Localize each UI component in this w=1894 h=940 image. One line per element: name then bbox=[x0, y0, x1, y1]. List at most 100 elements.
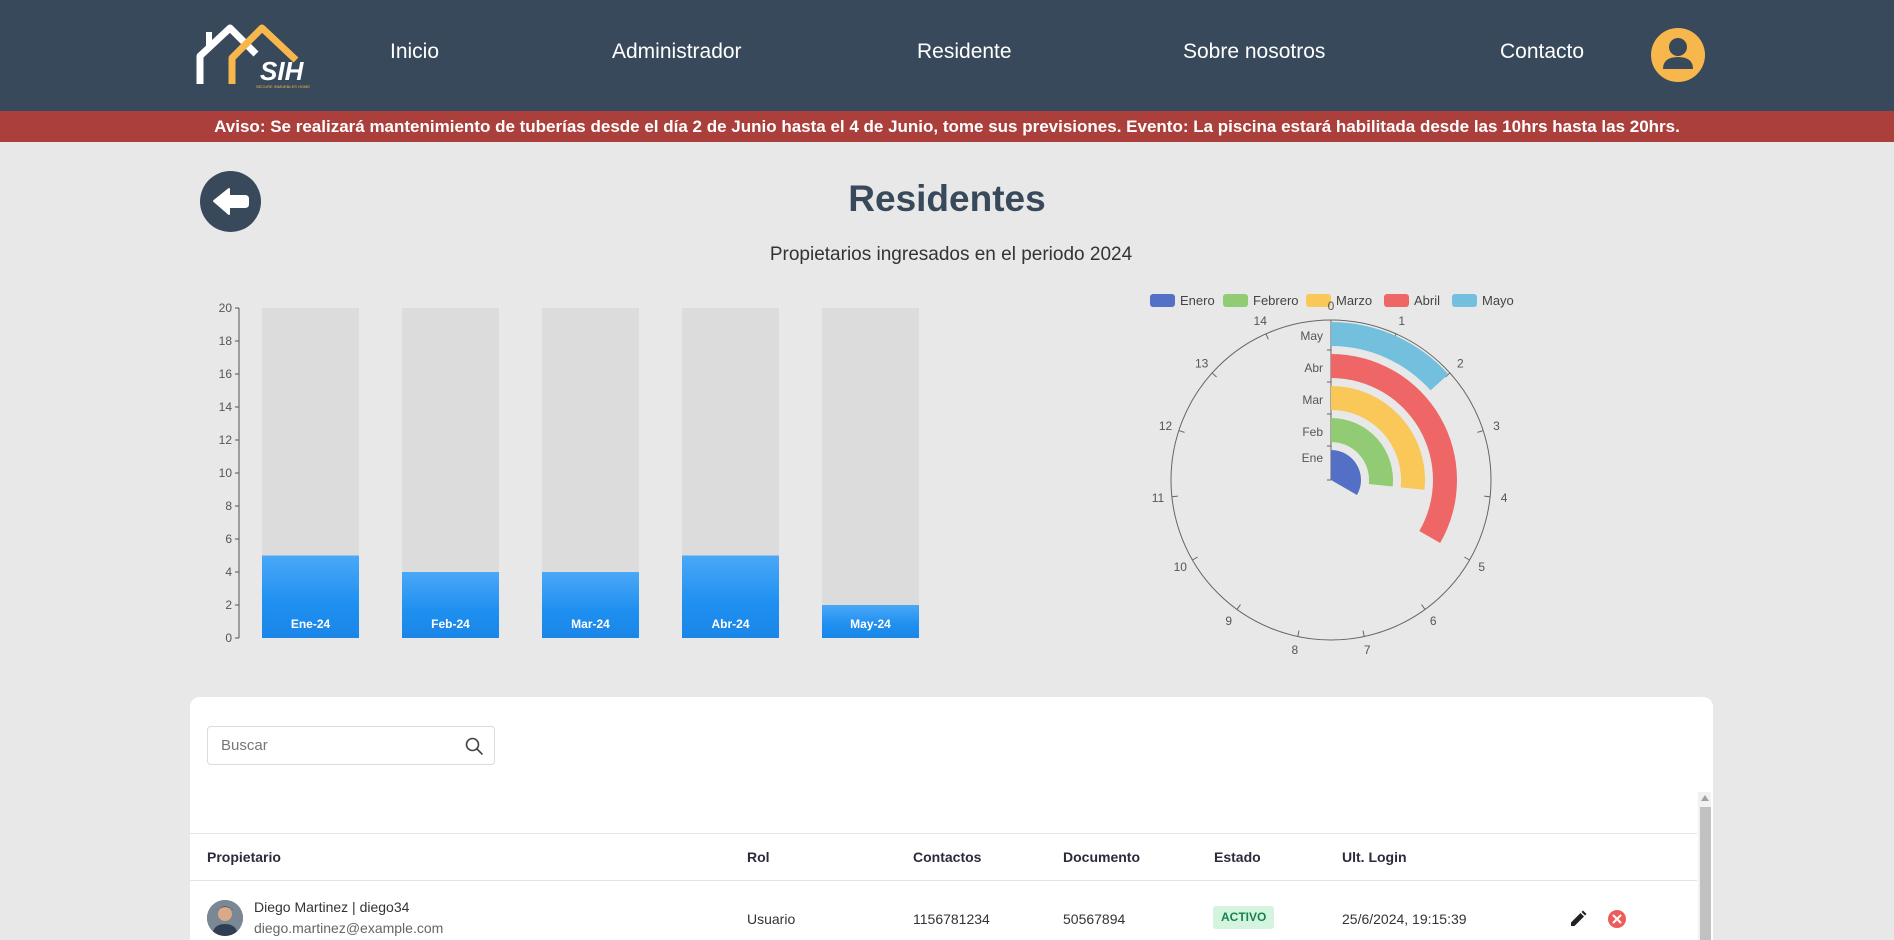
y-tick-label: 2 bbox=[225, 598, 232, 612]
angle-tick-label: 10 bbox=[1174, 560, 1188, 574]
svg-text:Febrero: Febrero bbox=[1253, 293, 1299, 308]
angle-tick-label: 1 bbox=[1398, 314, 1405, 328]
row-last-login: 25/6/2024, 19:15:39 bbox=[1342, 911, 1467, 927]
search-icon[interactable] bbox=[464, 736, 484, 756]
y-tick-label: 4 bbox=[225, 565, 232, 579]
y-tick-label: 18 bbox=[219, 334, 233, 348]
y-tick-label: 14 bbox=[219, 400, 233, 414]
notice-banner: Aviso: Se realizará mantenimiento de tub… bbox=[0, 111, 1894, 142]
page-subtitle: Propietarios ingresados en el periodo 20… bbox=[769, 244, 1133, 265]
search-input[interactable] bbox=[208, 727, 448, 764]
col-ult-login[interactable]: Ult. Login bbox=[1342, 849, 1407, 865]
angle-tick-label: 9 bbox=[1225, 614, 1232, 628]
sih-logo[interactable]: SIH SECURE INMUEBLES HOME bbox=[196, 18, 328, 92]
angle-tick-label: 3 bbox=[1493, 419, 1500, 433]
svg-text:Abril: Abril bbox=[1414, 293, 1440, 308]
angle-tick bbox=[1484, 495, 1491, 498]
angle-tick bbox=[1297, 630, 1300, 637]
y-tick-label: 12 bbox=[219, 433, 233, 447]
table-top-divider bbox=[190, 833, 1697, 834]
radius-label: May bbox=[1300, 329, 1323, 343]
radius-label: Feb bbox=[1302, 425, 1323, 439]
monthly-bar-chart: 0 2 4 6 8 10 12 14 16 18 20 Ene-24 Feb-24 Mar-24 Abr-2… bbox=[219, 301, 919, 644]
legend-item-abril[interactable]: Abril bbox=[1384, 293, 1440, 308]
nav-inicio[interactable]: Inicio bbox=[390, 40, 439, 64]
angle-tick bbox=[1192, 556, 1198, 561]
angle-tick-label: 7 bbox=[1364, 643, 1371, 657]
legend-item-febrero[interactable]: Febrero bbox=[1223, 293, 1299, 308]
table-scrollbar[interactable] bbox=[1698, 792, 1711, 940]
radius-label: Mar bbox=[1302, 393, 1323, 407]
bar-track bbox=[822, 308, 919, 638]
search-box bbox=[207, 726, 495, 765]
legend-item-mayo[interactable]: Mayo bbox=[1452, 293, 1514, 308]
angle-tick bbox=[1265, 333, 1269, 340]
legend-item-marzo[interactable]: Marzo bbox=[1306, 293, 1372, 308]
nav-sobre-nosotros[interactable]: Sobre nosotros bbox=[1183, 40, 1325, 64]
row-owner-email: diego.martinez@example.com bbox=[254, 920, 444, 936]
angle-tick-label: 13 bbox=[1195, 357, 1209, 371]
angle-tick bbox=[1421, 604, 1426, 610]
y-tick-label: 20 bbox=[219, 301, 233, 315]
y-tick-label: 10 bbox=[219, 466, 233, 480]
pencil-icon[interactable] bbox=[1568, 909, 1588, 929]
svg-text:Marzo: Marzo bbox=[1336, 293, 1372, 308]
nav-administrador[interactable]: Administrador bbox=[612, 40, 742, 64]
row-owner-name: Diego Martinez | diego34 bbox=[254, 899, 410, 915]
top-navbar: SIH SECURE INMUEBLES HOME Inicio Adminis… bbox=[0, 0, 1894, 111]
angle-tick-label: 6 bbox=[1430, 614, 1437, 628]
svg-text:Mayo: Mayo bbox=[1482, 293, 1514, 308]
angle-tick-label: 2 bbox=[1457, 357, 1464, 371]
bar-label: Feb-24 bbox=[431, 617, 470, 631]
angle-tick-label: 12 bbox=[1159, 419, 1173, 433]
y-tick-label: 0 bbox=[225, 631, 232, 644]
row-document: 50567894 bbox=[1063, 911, 1126, 927]
radius-label: Abr bbox=[1304, 361, 1323, 375]
angle-tick-label: 5 bbox=[1478, 560, 1485, 574]
angle-tick-label: 0 bbox=[1328, 299, 1335, 313]
angle-tick bbox=[1171, 495, 1178, 498]
user-icon bbox=[1663, 38, 1693, 69]
angle-tick bbox=[1477, 430, 1484, 433]
scrollbar-thumb[interactable] bbox=[1700, 807, 1711, 940]
angle-tick bbox=[1236, 604, 1241, 610]
close-circle-icon[interactable] bbox=[1607, 909, 1627, 929]
status-badge: ACTIVO bbox=[1213, 906, 1275, 929]
legend-item-enero[interactable]: Enero bbox=[1150, 293, 1215, 308]
avatar bbox=[207, 900, 243, 936]
user-menu-button[interactable] bbox=[1651, 28, 1705, 82]
nav-residente[interactable]: Residente bbox=[917, 40, 1012, 64]
table-header-divider bbox=[190, 880, 1697, 881]
svg-text:SECURE INMUEBLES HOME: SECURE INMUEBLES HOME bbox=[256, 84, 310, 89]
angle-tick-label: 8 bbox=[1291, 643, 1298, 657]
col-propietario[interactable]: Propietario bbox=[207, 849, 281, 865]
svg-text:Enero: Enero bbox=[1180, 293, 1215, 308]
bar-label: Ene-24 bbox=[291, 617, 331, 631]
bar-label: May-24 bbox=[850, 617, 891, 631]
angle-tick bbox=[1178, 430, 1185, 433]
angle-tick-label: 14 bbox=[1254, 314, 1268, 328]
row-role: Usuario bbox=[747, 911, 796, 927]
row-contact: 1156781234 bbox=[913, 911, 990, 927]
bar-label: Abr-24 bbox=[711, 617, 749, 631]
angle-tick bbox=[1464, 556, 1470, 561]
col-rol[interactable]: Rol bbox=[747, 849, 770, 865]
y-tick-label: 6 bbox=[225, 532, 232, 546]
y-tick-label: 16 bbox=[219, 367, 233, 381]
scroll-up-arrow[interactable] bbox=[1701, 795, 1709, 801]
y-tick-label: 8 bbox=[225, 499, 232, 513]
col-documento[interactable]: Documento bbox=[1063, 849, 1140, 865]
monthly-polar-chart: Enero Febrero Marzo Abril Mayo01234567891011… bbox=[1150, 293, 1514, 657]
svg-text:SIH: SIH bbox=[260, 56, 305, 86]
page-title: Residentes bbox=[848, 178, 1046, 219]
col-contactos[interactable]: Contactos bbox=[913, 849, 981, 865]
angle-tick-label: 11 bbox=[1152, 491, 1165, 505]
residents-table-card: Propietario Rol Contactos Documento Esta… bbox=[190, 697, 1713, 940]
nav-contacto[interactable]: Contacto bbox=[1500, 40, 1584, 64]
polar-bar-ene[interactable] bbox=[1331, 450, 1361, 495]
radius-label: Ene bbox=[1302, 451, 1324, 465]
bar-label: Mar-24 bbox=[571, 617, 610, 631]
angle-tick-label: 4 bbox=[1501, 491, 1508, 505]
col-estado[interactable]: Estado bbox=[1214, 849, 1261, 865]
angle-tick bbox=[1211, 372, 1217, 378]
